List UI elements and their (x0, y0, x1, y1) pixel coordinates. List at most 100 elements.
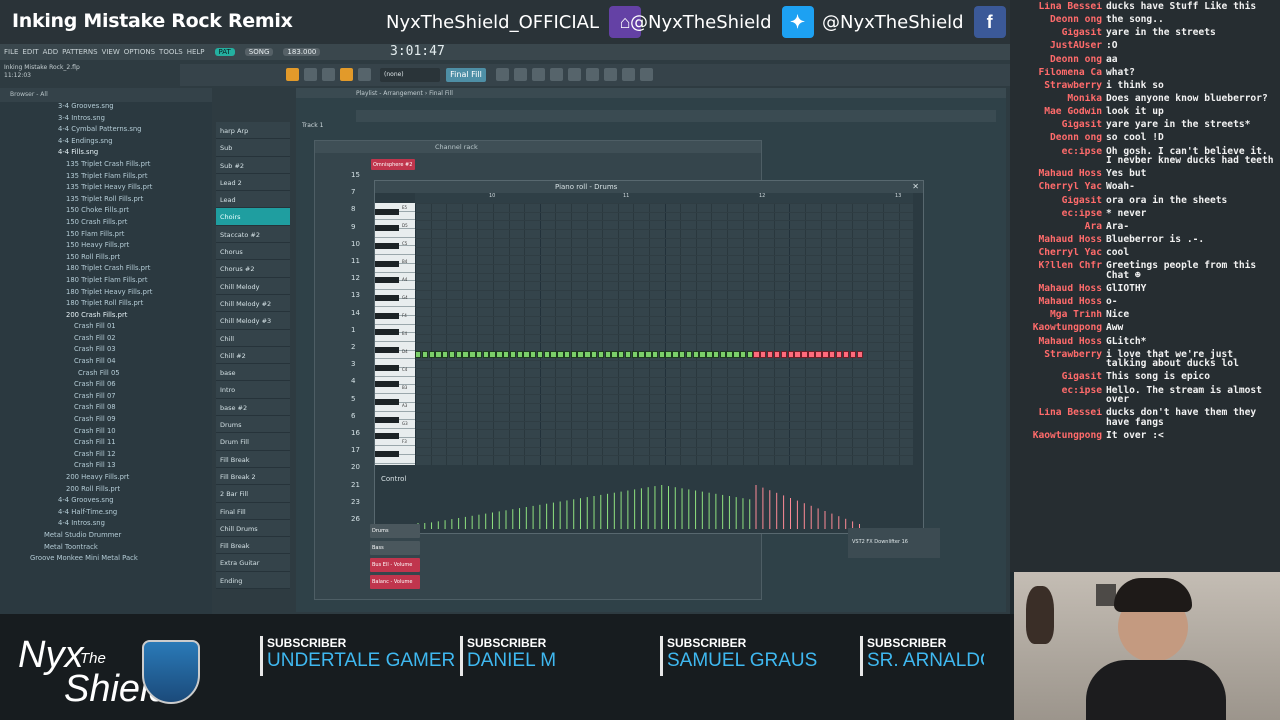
microphone-icon[interactable] (604, 68, 617, 81)
menu-tools[interactable]: TOOLS (159, 48, 183, 56)
channel-item[interactable]: Choirs (216, 208, 290, 226)
chat-username[interactable]: Kaowtungpong (1010, 431, 1106, 441)
chat-username[interactable]: ec:ipse (1010, 386, 1106, 405)
snap-icon[interactable] (340, 68, 353, 81)
menu-file[interactable]: FILE (4, 48, 18, 56)
piano-keyboard[interactable]: E5 D5 C5 B4 A4 G4 F4 E4 D4 C4 B3 A3 G3 F3 (375, 203, 415, 465)
channel-item[interactable]: Chorus (216, 243, 290, 261)
piano-roll-ruler[interactable]: 10 11 12 13 (415, 193, 913, 203)
drum-note[interactable] (631, 351, 639, 358)
chat-username[interactable]: Deonn ong (1010, 133, 1106, 143)
browser-item[interactable]: 180 Triplet Heavy Fills.prt (0, 288, 212, 300)
chat-username[interactable]: Lina Bessei (1010, 2, 1106, 12)
drum-note-selected[interactable] (794, 351, 801, 358)
browser-item[interactable]: Crash Fill 09 (0, 415, 212, 427)
browser-item[interactable]: 150 Roll Fills.prt (0, 253, 212, 265)
mix-row-bus-volume[interactable]: Bus Ell - Volume (370, 558, 420, 572)
channel-item[interactable]: harp Arp (216, 122, 290, 140)
mix-row-drums[interactable]: Drums (370, 524, 420, 538)
drum-note[interactable] (726, 351, 733, 358)
drum-note[interactable] (516, 351, 523, 358)
piano-black-key[interactable] (375, 243, 399, 249)
channel-item[interactable]: Fill Break (216, 450, 290, 468)
drum-note[interactable] (482, 351, 490, 358)
drum-note[interactable] (415, 351, 422, 358)
chat-username[interactable]: Mahaud Hoss (1010, 169, 1106, 179)
browser-item[interactable]: Crash Fill 11 (0, 438, 212, 450)
chat-username[interactable]: Gigasit (1010, 196, 1106, 206)
channel-rack-icon[interactable] (532, 68, 545, 81)
tempo-display[interactable]: 183.000 (283, 48, 321, 56)
drum-note[interactable] (496, 351, 503, 358)
chat-username[interactable]: Filomena Ca (1010, 68, 1106, 78)
drum-note[interactable] (448, 351, 456, 358)
piano-black-key[interactable] (375, 313, 399, 319)
piano-black-key[interactable] (375, 417, 399, 423)
chat-username[interactable]: Strawberry (1010, 81, 1106, 91)
channel-item[interactable]: base (216, 364, 290, 382)
drum-note[interactable] (679, 351, 686, 358)
menu-view[interactable]: VIEW (102, 48, 120, 56)
drum-note[interactable] (523, 351, 530, 358)
channel-item[interactable]: 2 Bar Fill (216, 485, 290, 503)
drum-note[interactable] (489, 351, 496, 358)
channel-item[interactable]: Chill Melody #2 (216, 294, 290, 313)
chat-username[interactable]: ec:ipse (1010, 147, 1106, 166)
note-grid[interactable] (415, 203, 913, 465)
chat-username[interactable]: Cherryl Yac (1010, 182, 1106, 192)
drum-note[interactable] (509, 351, 517, 358)
browser-item[interactable]: Crash Fill 10 (0, 427, 212, 439)
menu-edit[interactable]: EDIT (22, 48, 38, 56)
mixer-icon[interactable] (514, 68, 527, 81)
piano-black-key[interactable] (375, 347, 399, 353)
drum-note[interactable] (428, 351, 435, 358)
browser-item[interactable]: 150 Heavy Fills.prt (0, 241, 212, 253)
piano-black-key[interactable] (375, 295, 399, 301)
menu-options[interactable]: OPTIONS (124, 48, 155, 56)
channel-item[interactable]: Chill Melody #3 (216, 312, 290, 330)
browser-item[interactable]: Crash Fill 01 (0, 322, 212, 334)
drum-note-selected[interactable] (815, 351, 822, 358)
drum-note[interactable] (536, 351, 544, 358)
browser-item[interactable]: Crash Fill 13 (0, 461, 212, 473)
pattern-select[interactable]: (none) (380, 68, 440, 82)
chat-username[interactable]: Gigasit (1010, 372, 1106, 382)
menu-help[interactable]: HELP (187, 48, 205, 56)
channel-item[interactable]: Drum Fill (216, 433, 290, 451)
browser-item[interactable]: 3-4 Intros.sng (0, 114, 212, 126)
drum-note[interactable] (739, 351, 747, 358)
channel-item[interactable]: Sub (216, 139, 290, 157)
channel-item[interactable]: Fill Break 2 (216, 467, 290, 486)
browser-item[interactable]: Metal Toontrack (0, 543, 212, 555)
chat-username[interactable]: Mahaud Hoss (1010, 284, 1106, 294)
drum-note-selected[interactable] (822, 351, 829, 358)
rack-channel-omnisphere[interactable]: Omnisphere #2 (371, 159, 415, 170)
chat-username[interactable]: Ara (1010, 222, 1106, 232)
browser-item[interactable]: Crash Fill 05 (0, 369, 212, 381)
piano-black-key[interactable] (375, 433, 399, 439)
browser-item[interactable]: 135 Triplet Heavy Fills.prt (0, 183, 212, 195)
drum-note[interactable] (475, 351, 483, 358)
channel-item[interactable]: Lead (216, 191, 290, 209)
chat-username[interactable]: JustAUser (1010, 41, 1106, 51)
browser-item[interactable]: 200 Roll Fills.prt (0, 485, 212, 497)
piano-black-key[interactable] (375, 209, 399, 215)
browser-item[interactable]: Crash Fill 08 (0, 403, 212, 415)
wrench-icon[interactable] (622, 68, 635, 81)
drum-note[interactable] (658, 351, 666, 358)
piano-black-key[interactable] (375, 225, 399, 231)
piano-roll-icon[interactable] (496, 68, 509, 81)
drum-note-selected[interactable] (828, 351, 836, 358)
drum-note[interactable] (577, 351, 584, 358)
drum-note[interactable] (624, 351, 632, 358)
browser-item[interactable]: 150 Flam Fills.prt (0, 230, 212, 242)
menu-patterns[interactable]: PATTERNS (62, 48, 97, 56)
pattern-picker[interactable]: Final Fill (446, 68, 486, 82)
drum-note-selected[interactable] (780, 351, 788, 358)
channel-item[interactable]: Chill #2 (216, 346, 290, 365)
drum-note[interactable] (611, 351, 618, 358)
pat-toggle[interactable]: PAT (214, 48, 235, 56)
drum-note-selected[interactable] (835, 351, 843, 358)
mix-row-balance-volume[interactable]: Balanc - Volume (370, 575, 420, 589)
chat-username[interactable]: Mga Trinh (1010, 310, 1106, 320)
